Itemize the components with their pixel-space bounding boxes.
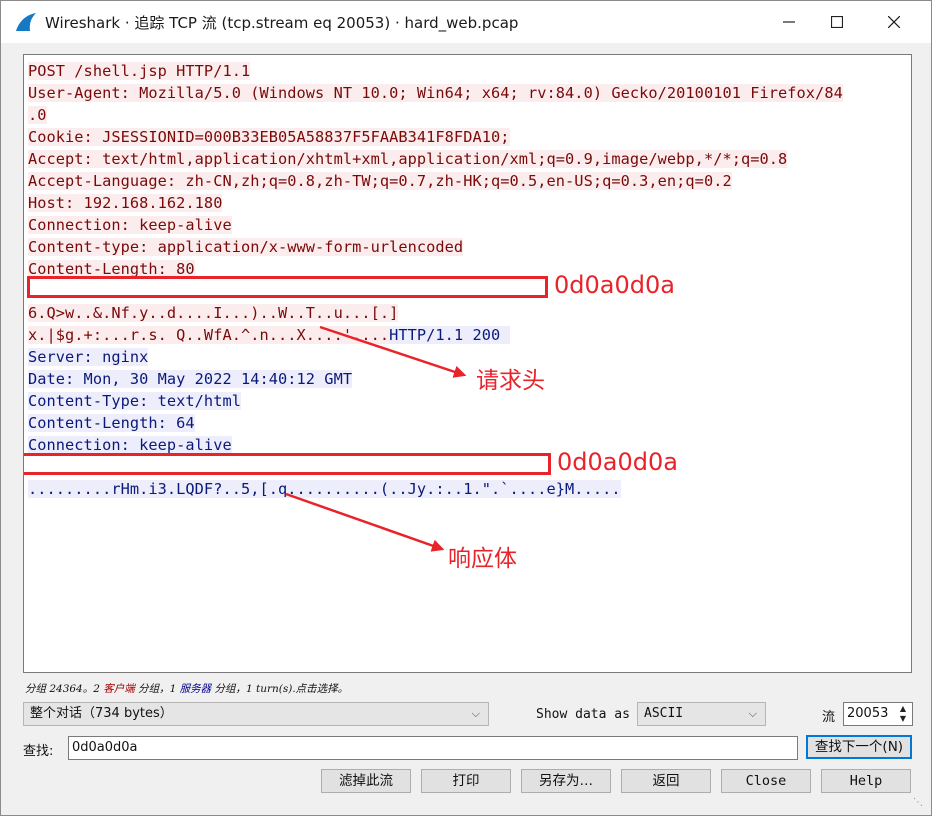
minimize-button[interactable]: [766, 7, 812, 37]
conversation-select[interactable]: 整个对话（734 bytes） ⌵: [23, 702, 489, 726]
minimize-icon: [783, 21, 795, 23]
stream-number-spinner[interactable]: 20053 ▲ ▼: [843, 702, 913, 726]
window-title: Wireshark · 追踪 TCP 流 (tcp.stream eq 2005…: [45, 14, 519, 32]
maximize-button[interactable]: [814, 7, 860, 37]
filter-out-stream-button[interactable]: 滤掉此流: [321, 769, 411, 793]
back-button[interactable]: 返回: [621, 769, 711, 793]
spin-up-icon[interactable]: ▲: [896, 704, 910, 714]
show-data-label: Show data as: [536, 707, 630, 722]
annotation-arrows: [285, 325, 467, 552]
chevron-down-icon: ⌵: [748, 707, 757, 720]
request-header-annotation: 请求头: [476, 368, 545, 394]
stream-number-value: 20053: [847, 706, 889, 721]
request-header-arrow: [319, 325, 467, 378]
stream-content-pane[interactable]: POST /shell.jsp HTTP/1.1 User-Agent: Mozi…: [23, 54, 912, 673]
print-button[interactable]: 打印: [421, 769, 511, 793]
resize-grip-icon[interactable]: ⋱: [913, 797, 925, 809]
follow-tcp-stream-window: Wireshark · 追踪 TCP 流 (tcp.stream eq 2005…: [0, 0, 932, 816]
save-as-button[interactable]: 另存为…: [521, 769, 611, 793]
crlf-annotation-1: 0d0a0d0a: [554, 271, 675, 299]
stream-summary[interactable]: 分组 24364。2 客户端 分组，1 服务器 分组，1 turn(s).点击选…: [25, 681, 348, 696]
close-window-button[interactable]: [871, 7, 917, 37]
find-input[interactable]: 0d0a0d0a: [68, 736, 798, 760]
close-button[interactable]: Close: [721, 769, 811, 793]
chevron-down-icon: ⌵: [471, 707, 480, 720]
stream-label: 流: [822, 710, 836, 725]
conversation-select-value: 整个对话（734 bytes）: [30, 706, 173, 721]
spin-down-icon[interactable]: ▼: [896, 714, 910, 724]
close-icon: [888, 16, 900, 28]
maximize-icon: [831, 16, 843, 28]
title-bar[interactable]: Wireshark · 追踪 TCP 流 (tcp.stream eq 2005…: [1, 1, 931, 43]
find-label: 查找:: [23, 744, 54, 759]
response-body-annotation: 响应体: [448, 546, 517, 572]
wireshark-fin-icon: [16, 13, 36, 31]
response-body-arrow: [285, 492, 445, 552]
find-next-button[interactable]: 查找下一个(N): [806, 735, 912, 759]
crlf-annotation-2: 0d0a0d0a: [557, 448, 678, 476]
show-data-select[interactable]: ASCII ⌵: [637, 702, 766, 726]
help-button[interactable]: Help: [821, 769, 911, 793]
show-data-select-value: ASCII: [644, 706, 684, 721]
